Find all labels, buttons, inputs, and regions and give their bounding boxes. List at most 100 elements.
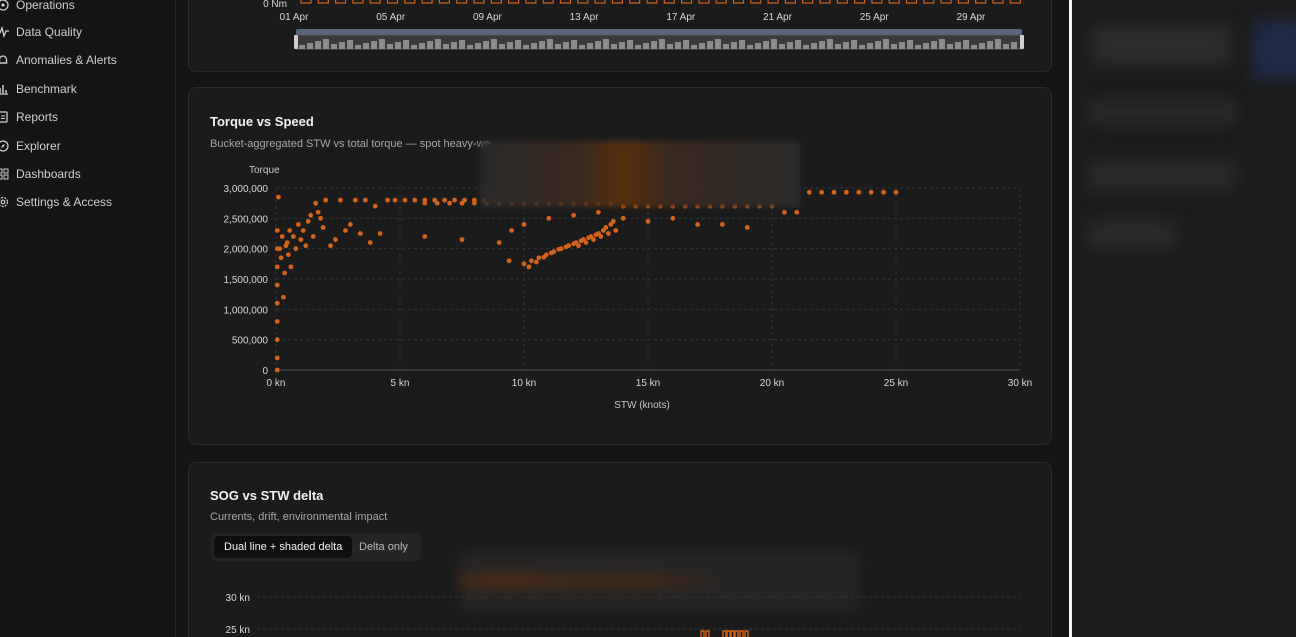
timeline-spike xyxy=(1009,0,1021,4)
timeline-brush-handle[interactable] xyxy=(296,29,1022,35)
scatter-point xyxy=(422,200,428,206)
navigator-bar xyxy=(491,39,497,49)
scatter-point xyxy=(819,189,824,195)
navigator-right-handle[interactable] xyxy=(1020,35,1024,49)
sidebar-item-anomalies-alerts[interactable]: Anomalies & Alerts xyxy=(0,50,117,70)
navigator-bar xyxy=(379,39,385,49)
scatter-point xyxy=(305,218,311,224)
scatter-point xyxy=(571,241,576,247)
scatter-point xyxy=(782,209,787,215)
timeline-spike xyxy=(490,0,502,4)
navigator-bar xyxy=(363,43,369,49)
navigator-bar xyxy=(355,45,361,49)
sog-vs-stw-card: SOG vs STW delta Currents, drift, enviro… xyxy=(188,462,1052,637)
scatter-point xyxy=(298,237,304,242)
scatter-point xyxy=(367,240,373,245)
scatter-point xyxy=(281,294,286,300)
sog-spike xyxy=(722,630,727,637)
navigator-bar xyxy=(419,43,425,49)
x-tick-label: 20 kn xyxy=(760,378,784,389)
scatter-point xyxy=(277,246,283,252)
navigator-bar xyxy=(299,45,305,49)
scatter-point xyxy=(434,200,440,206)
navigator-bar xyxy=(891,44,897,49)
scatter-point xyxy=(583,240,589,245)
scatter-point xyxy=(308,212,314,218)
x-tick-label: 5 kn xyxy=(391,378,410,389)
sidebar-item-dashboards[interactable]: Dashboards xyxy=(0,164,81,184)
scatter-point xyxy=(794,209,800,215)
timeline-x-tick-label: 29 Apr xyxy=(956,12,986,23)
scatter-point xyxy=(868,189,874,195)
scatter-point xyxy=(447,200,452,206)
scatter-point xyxy=(303,243,309,249)
scatter-point xyxy=(357,231,363,236)
operations-icon xyxy=(0,0,10,12)
sidebar-item-benchmark[interactable]: Benchmark xyxy=(0,79,77,99)
navigator-bar xyxy=(1011,42,1017,49)
scatter-point xyxy=(276,194,281,200)
navigator-bar xyxy=(579,45,585,49)
sidebar-item-operations[interactable]: Operations xyxy=(0,0,75,15)
y-tick-label: 25 kn xyxy=(226,625,250,636)
scatter-point xyxy=(744,225,750,230)
y-tick-label: 3,000,000 xyxy=(224,184,269,195)
sidebar-item-data-quality[interactable]: Data Quality xyxy=(0,22,82,42)
torque-vs-speed-card: Torque vs Speed Bucket-aggregated STW vs… xyxy=(188,87,1052,445)
scatter-point xyxy=(496,240,502,245)
scatter-point xyxy=(695,222,700,227)
scatter-point xyxy=(402,197,408,203)
card-subtitle: Bucket-aggregated STW vs total torque — … xyxy=(210,138,491,150)
navigator-bar xyxy=(435,39,441,49)
timeline-spike xyxy=(525,0,537,4)
navigator-bar xyxy=(539,41,545,49)
sog-stw-chart[interactable]: 30 kn 25 kn xyxy=(189,463,1053,637)
sidebar-item-explorer[interactable]: Explorer xyxy=(0,136,61,156)
scatter-point xyxy=(286,252,291,258)
sidebar-item-settings-access[interactable]: Settings & Access xyxy=(0,192,112,212)
scatter-point xyxy=(328,243,333,249)
scatter-point xyxy=(844,189,849,195)
scatter-point xyxy=(536,255,542,261)
navigator-bar xyxy=(627,40,633,49)
navigator-bar xyxy=(651,41,657,49)
navigator-bar xyxy=(851,40,857,49)
timeline-spike xyxy=(438,0,450,4)
timeline-x-tick-label: 09 Apr xyxy=(473,12,503,23)
grid-icon xyxy=(0,167,10,181)
navigator-bar xyxy=(571,40,577,49)
navigator-bar xyxy=(635,45,641,49)
timeline-spike xyxy=(352,0,364,4)
timeline-spike xyxy=(421,0,433,4)
scatter-point xyxy=(372,203,378,209)
navigator-bar xyxy=(483,41,489,49)
timeline-spike xyxy=(715,0,727,4)
timeline-card: 0 Nm 01 Apr 05 Apr 09 Apr 13 Apr 17 Apr 21 Ap… xyxy=(188,0,1052,72)
navigator-bar xyxy=(723,44,729,49)
navigator-left-handle[interactable] xyxy=(294,35,298,49)
scatter-point xyxy=(578,238,584,244)
navigator-bar xyxy=(603,39,609,49)
torque-scatter-chart[interactable]: Torque STW (knots) 0 500,000 1,000,000 1,50… xyxy=(189,158,1053,488)
timeline-spike xyxy=(594,0,606,4)
navigator-bar xyxy=(995,39,1001,49)
scatter-point xyxy=(831,189,837,195)
timeline-x-ticks: 01 Apr 05 Apr 09 Apr 13 Apr 17 Apr 21 Apr 25 A… xyxy=(280,12,986,23)
scatter-point xyxy=(274,367,280,373)
timeline-spike xyxy=(975,0,987,4)
x-tick-label: 10 kn xyxy=(512,378,536,389)
navigator-bar xyxy=(731,42,737,49)
navigator-bar xyxy=(515,40,521,49)
scatter-point xyxy=(284,240,290,245)
scatter-point xyxy=(290,234,296,239)
scatter-point xyxy=(315,209,321,215)
y-tick-label: 30 kn xyxy=(226,593,250,604)
navigator-bar xyxy=(931,41,937,49)
navigator-bar xyxy=(819,41,825,49)
scatter-point xyxy=(293,246,299,252)
timeline-y-min-label: 0 Nm xyxy=(263,0,287,10)
sidebar-item-reports[interactable]: Reports xyxy=(0,107,58,127)
navigator-bar xyxy=(547,39,553,49)
scatter-point xyxy=(620,215,626,221)
scatter-point xyxy=(295,222,301,227)
